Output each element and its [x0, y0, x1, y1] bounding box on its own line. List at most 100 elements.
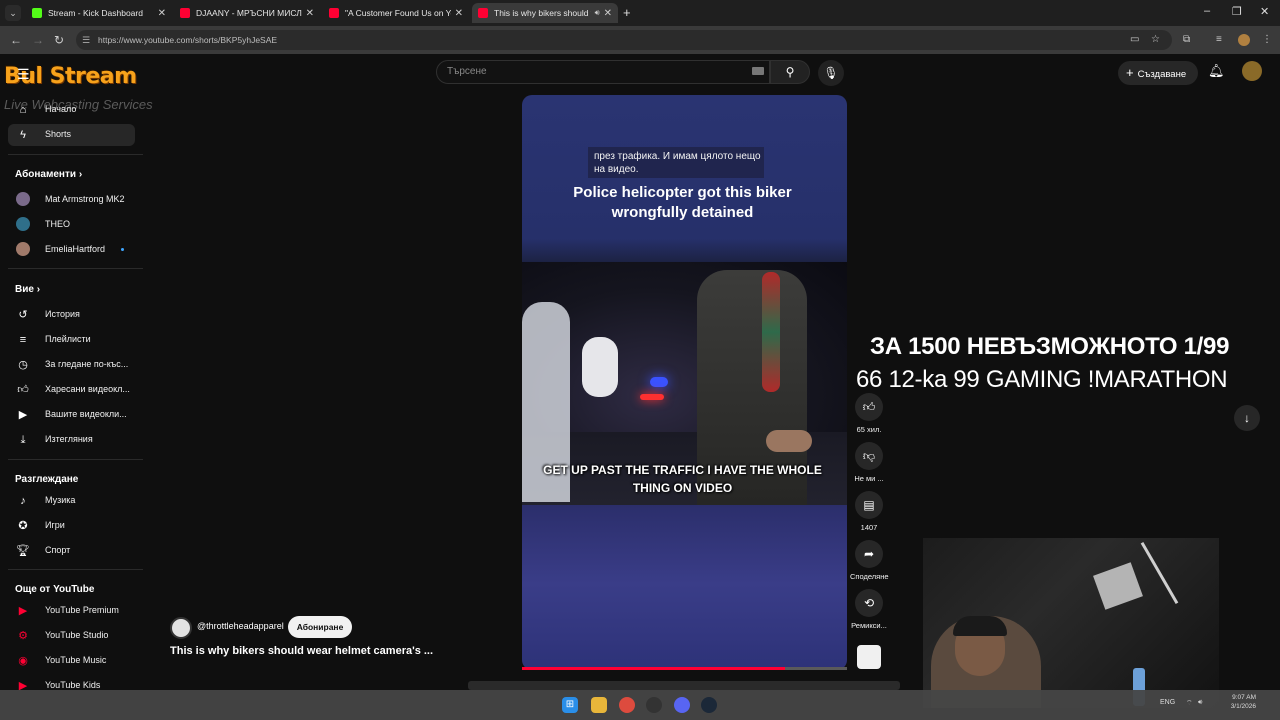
remix-button[interactable]: ⟲ Ремикси... — [850, 589, 888, 630]
sidebar-item-label: Mat Armstrong MK2 — [45, 194, 125, 204]
sidebar-item-mat-armstrong[interactable]: Mat Armstrong MK2 — [8, 189, 135, 211]
voice-search-button[interactable]: 🎙︎ — [818, 60, 844, 86]
sidebar-item-history[interactable]: ↺ История — [8, 304, 135, 326]
maximize-icon[interactable]: ❐ — [1232, 5, 1242, 18]
minimize-icon[interactable]: – — [1204, 5, 1210, 17]
sidebar-item-sports[interactable]: 🏆︎ Спорт — [8, 540, 135, 562]
language-indicator[interactable]: ENG — [1160, 699, 1175, 706]
media-control-icon[interactable]: ≡ — [1216, 34, 1222, 45]
address-bar[interactable]: ☰ https://www.youtube.com/shorts/BKP5yhJ… — [76, 30, 1172, 50]
sidebar-item-youtube-studio[interactable]: ⚙ YouTube Studio — [8, 625, 135, 647]
sidebar-item-liked-videos[interactable]: 👍︎ Харесани видеокл... — [8, 379, 135, 401]
bottom-scroll-area — [468, 681, 900, 690]
bookmark-star-icon[interactable]: ☆ — [1151, 34, 1160, 45]
new-tab-button[interactable]: + — [623, 5, 631, 20]
stream-overlay-line2: 66 12-ka 99 GAMING !MARATHON — [856, 366, 1228, 393]
you-heading[interactable]: Вие › — [15, 284, 40, 295]
sidebar-item-downloads[interactable]: ⤓ Изтегляния — [8, 429, 135, 451]
sidebar-item-music[interactable]: ♪ Музика — [8, 490, 135, 512]
site-settings-icon[interactable]: ☰ — [82, 30, 90, 50]
youtube-music-icon: ◉ — [18, 655, 28, 667]
sidebar-item-label: Музика — [45, 495, 76, 505]
sidebar: ⌂ Начало ϟ Shorts Абонаменти › Mat Armst… — [0, 92, 145, 692]
channel-avatar[interactable] — [170, 617, 192, 639]
menu-kebab-icon[interactable]: ⋮ — [1262, 34, 1272, 45]
sidebar-item-label: Харесани видеокл... — [45, 384, 130, 394]
keyboard-icon[interactable] — [752, 67, 764, 75]
share-label: Споделяне — [850, 572, 889, 581]
obs-icon[interactable] — [646, 697, 662, 713]
comments-button[interactable]: ▤ 1407 — [850, 491, 888, 532]
sidebar-item-youtube-music[interactable]: ◉ YouTube Music — [8, 650, 135, 672]
video-progress-bar[interactable] — [522, 667, 847, 670]
sidebar-item-youtube-premium[interactable]: ▶ YouTube Premium — [8, 600, 135, 622]
sidebar-item-shorts[interactable]: ϟ Shorts — [8, 124, 135, 146]
close-icon[interactable]: ✕ — [158, 8, 166, 19]
avatar — [16, 217, 30, 231]
sidebar-item-emeliahartford[interactable]: EmeliaHartford — [8, 239, 135, 261]
sidebar-item-playlists[interactable]: ≡ Плейлисти — [8, 329, 135, 351]
tab-bikers-short[interactable]: This is why bikers should w 🔊︎ ✕ — [472, 3, 618, 23]
thumbs-down-icon: 👎︎ — [855, 442, 883, 470]
shorts-video-player[interactable] — [522, 95, 847, 670]
tab-customer-yelp[interactable]: "A Customer Found Us on Yelp ✕ — [323, 3, 469, 23]
sound-thumbnail[interactable] — [857, 645, 881, 669]
sidebar-item-label: YouTube Music — [45, 655, 107, 665]
sidebar-item-your-videos[interactable]: ▶ Вашите видеокли... — [8, 404, 135, 426]
short-title[interactable]: This is why bikers should wear helmet ca… — [170, 645, 433, 657]
search-button[interactable]: ⚲ — [770, 60, 810, 84]
close-icon[interactable]: ✕ — [306, 8, 314, 19]
steam-icon[interactable] — [701, 697, 717, 713]
back-icon[interactable]: ← — [10, 33, 22, 47]
reload-icon[interactable]: ↻ — [54, 33, 64, 47]
subscribe-button[interactable]: Абониране — [288, 616, 352, 638]
search-input[interactable]: Търсене — [436, 60, 770, 84]
taskbar-clock[interactable]: 9:07 AM 3/1/2026 — [1222, 693, 1256, 711]
history-icon: ↺ — [18, 309, 28, 321]
channel-handle[interactable]: @throttleheadapparel — [197, 621, 284, 631]
create-button[interactable]: + Създаване — [1118, 61, 1198, 85]
discord-icon[interactable] — [674, 697, 690, 713]
sidebar-item-label: Игри — [45, 520, 65, 530]
chrome-icon[interactable] — [619, 697, 635, 713]
account-avatar[interactable] — [1242, 61, 1262, 81]
file-explorer-icon[interactable] — [591, 697, 607, 713]
wifi-icon[interactable]: ⌔ — [1186, 699, 1193, 708]
extensions-icon[interactable]: ⧉ — [1183, 34, 1190, 45]
youtube-favicon-icon — [180, 8, 190, 18]
cast-icon[interactable]: ▭ — [1130, 34, 1139, 45]
forward-icon[interactable]: → — [32, 33, 44, 47]
windows-start-icon[interactable]: ⊞ — [562, 697, 578, 713]
speaker-icon[interactable]: 🔊︎ — [595, 8, 600, 18]
sidebar-item-home[interactable]: ⌂ Начало — [8, 99, 135, 121]
profile-avatar-icon[interactable] — [1238, 34, 1250, 46]
like-button[interactable]: 👍︎ 65 хил. — [850, 393, 888, 434]
notifications-bell-icon[interactable]: 🔔︎ — [1208, 63, 1225, 79]
volume-icon[interactable]: 🔊︎ — [1198, 699, 1202, 707]
like-count: 65 хил. — [856, 425, 882, 434]
divider — [8, 459, 143, 460]
tab-title: "A Customer Found Us on Yelp — [345, 8, 451, 18]
sidebar-item-watch-later[interactable]: ◷ За гледане по-къс... — [8, 354, 135, 376]
sidebar-item-label: Shorts — [45, 129, 72, 139]
dislike-button[interactable]: 👎︎ Не ми ... — [850, 442, 888, 483]
kick-favicon-icon — [32, 8, 42, 18]
jacket-stripe — [762, 272, 780, 392]
next-short-button[interactable]: ↓ — [1234, 405, 1260, 431]
tab-djaany[interactable]: DJAANY - МРЪСНИ МИСЛИ ( ✕ — [174, 3, 320, 23]
sidebar-item-gaming[interactable]: ✪ Игри — [8, 515, 135, 537]
share-button[interactable]: ➦ Споделяне — [850, 540, 889, 581]
tab-kick-dashboard[interactable]: Stream - Kick Dashboard ✕ — [26, 3, 172, 23]
avatar — [16, 192, 30, 206]
clock-date: 3/1/2026 — [1230, 703, 1256, 710]
close-icon[interactable]: ✕ — [455, 8, 463, 19]
menu-icon[interactable]: ☰ — [17, 66, 30, 83]
sidebar-item-theo[interactable]: THEO — [8, 214, 135, 236]
subscriptions-heading[interactable]: Абонаменти › — [15, 169, 82, 180]
comment-icon: ▤ — [855, 491, 883, 519]
close-window-icon[interactable]: ✕ — [1260, 5, 1269, 18]
close-icon[interactable]: ✕ — [604, 8, 612, 19]
gaming-icon: ✪ — [18, 520, 28, 532]
youtube-premium-icon: ▶ — [18, 605, 28, 617]
tab-list-button[interactable]: ⌄ — [5, 5, 21, 21]
